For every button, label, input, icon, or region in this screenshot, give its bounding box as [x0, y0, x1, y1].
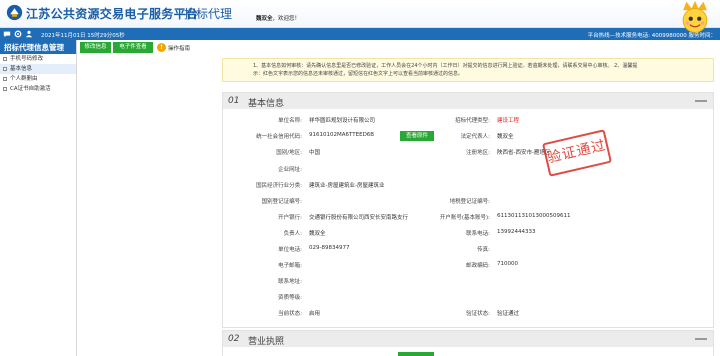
- sidebar-item-label: 个人群删由: [10, 76, 38, 82]
- field-label: 开户银行:: [278, 215, 302, 221]
- field-label: 国别/地区:: [276, 150, 302, 156]
- field-label: 资质等级:: [278, 295, 302, 301]
- contact-phone-value: 13992444333: [497, 229, 536, 235]
- site-title: 江苏公共资源交易电子服务平台: [26, 7, 199, 21]
- welcome-message: 魏双全，欢迎您！: [256, 14, 300, 22]
- notice-line-2: 示：红色文字表示您的信息还未审核通过，留短信在红色文字上可以查看当前审核通过的信…: [253, 71, 464, 77]
- sidebar-item-ca-activation[interactable]: CA证书自助激活: [0, 84, 76, 94]
- section-header: 01 基本信息: [223, 93, 713, 109]
- sidebar-title: 招标代理信息管理: [0, 40, 76, 54]
- section-number: 02: [228, 334, 240, 344]
- sidebar-item-label: 基本信息: [10, 66, 33, 72]
- legal-rep-value: 魏双全: [497, 134, 514, 140]
- phone-value: 029-89834977: [309, 245, 350, 251]
- current-datetime: 2021年11月01日 15时29分05秒: [41, 33, 125, 39]
- view-original-button-partial[interactable]: [398, 352, 434, 356]
- expand-box-icon: [3, 57, 7, 61]
- field-label: 开户账号(基本账号):: [439, 215, 490, 221]
- expand-box-icon: [3, 67, 7, 71]
- field-label: 法定代表人:: [460, 134, 490, 140]
- modify-info-button[interactable]: 修改信息: [80, 42, 111, 53]
- bank-value: 交通银行股份有限公司西安长安南路支行: [309, 215, 409, 221]
- account-value: 611301131013000509611: [497, 213, 571, 219]
- field-label: 统一社会信用代码:: [256, 134, 302, 140]
- postal-code-value: 710000: [497, 261, 518, 267]
- welcome-suffix: ，欢迎您！: [272, 16, 301, 22]
- field-label: 企业网址:: [278, 167, 302, 173]
- module-name: 招标代理: [184, 7, 233, 21]
- company-name-value: 祥华圆匹规划设计有限公司: [309, 118, 376, 124]
- field-label: 招标代理类型:: [455, 118, 490, 124]
- credit-code-value: 91610102MA6TTEED6B: [309, 132, 375, 138]
- field-label: 当前状态:: [278, 311, 302, 317]
- field-label: 联系电话:: [466, 231, 490, 237]
- sidebar-item-phone-change[interactable]: 手机号码修改: [0, 54, 76, 64]
- users-icon[interactable]: [25, 30, 33, 38]
- field-label: 联系地址:: [278, 279, 302, 285]
- field-label: 国别登记证编号:: [261, 199, 302, 205]
- section-number: 01: [228, 96, 240, 106]
- section-title: 基本信息: [248, 99, 285, 109]
- notice-box: 1、基本信息如何审核：请先确认信息里是否已修改验证，工作人员会在24个小时内（工…: [222, 58, 714, 82]
- collapse-icon[interactable]: [695, 338, 707, 340]
- field-label: 负责人:: [283, 231, 302, 237]
- operation-guide-link[interactable]: 操作指南: [168, 44, 190, 52]
- top-header: 江苏公共资源交易电子服务平台 招标代理 魏双全，欢迎您！: [0, 0, 720, 28]
- platform-logo-icon: [6, 4, 23, 21]
- chat-icon[interactable]: [3, 30, 11, 38]
- industry-value: 建筑业-房屋建筑业-房屋建筑业: [309, 183, 385, 189]
- field-label: 验证状态:: [466, 311, 490, 317]
- field-label: 单位名称:: [278, 118, 302, 124]
- expand-box-icon: [3, 77, 7, 81]
- country-value: 中国: [309, 150, 321, 156]
- user-name[interactable]: 魏双全: [256, 16, 273, 22]
- section-title: 营业执照: [248, 337, 285, 347]
- notice-line-1: 1、基本信息如何审核：请先确认信息里是否已修改验证，工作人员会在24个小时内（工…: [253, 63, 638, 69]
- expand-box-icon: [3, 87, 7, 91]
- field-label: 单位电话:: [278, 247, 302, 253]
- status-value: 启用: [309, 311, 321, 317]
- field-label: 国民经济行业分类:: [256, 183, 302, 189]
- field-label: 传真:: [477, 247, 490, 253]
- sidebar-item-label: CA证书自助激活: [10, 86, 51, 92]
- sidebar-item-personnel[interactable]: 个人群删由: [0, 74, 76, 84]
- agency-type-value: 建设工程: [497, 118, 520, 124]
- notice-text: 1、基本信息如何审核：请先确认信息里是否已修改验证，工作人员会在24个小时内（工…: [253, 62, 713, 78]
- section-header: 02 营业执照: [223, 331, 713, 347]
- info-bar: 2021年11月01日 15时29分05秒 平台热线—技术服务电话: 40099…: [0, 28, 720, 40]
- field-label: 电子邮箱:: [278, 263, 302, 269]
- app-window: 江苏公共资源交易电子服务平台 招标代理 魏双全，欢迎您！ 2021年11月01日…: [0, 0, 720, 356]
- business-license-section: 02 营业执照: [222, 330, 714, 356]
- sidebar-item-label: 手机号码修改: [10, 56, 44, 62]
- field-label: 地税登记证编号:: [449, 199, 490, 205]
- field-label: 注册地区:: [466, 150, 490, 156]
- sidebar: 招标代理信息管理 手机号码修改 基本信息 个人群删由 CA证书自助激活: [0, 40, 77, 356]
- sidebar-item-basic-info[interactable]: 基本信息: [0, 64, 76, 74]
- manager-value: 魏双全: [309, 231, 326, 237]
- collapse-icon[interactable]: [695, 100, 707, 102]
- verify-status-value: 验证通过: [497, 311, 520, 317]
- field-label: 邮政编码:: [466, 263, 490, 269]
- mascot-avatar-icon[interactable]: [678, 0, 712, 34]
- view-documents-button[interactable]: 电子件查看: [113, 42, 153, 53]
- help-icon[interactable]: !: [157, 43, 166, 52]
- settings-icon[interactable]: [14, 30, 22, 38]
